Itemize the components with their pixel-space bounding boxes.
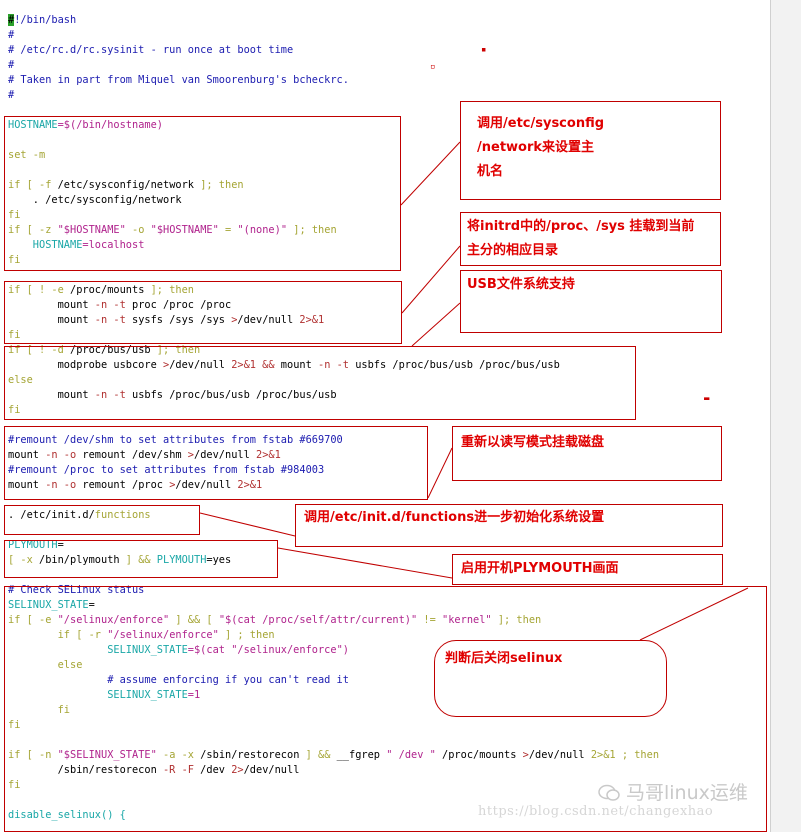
vertical-scrollbar[interactable] xyxy=(770,0,801,832)
plymouth-block-box xyxy=(4,540,278,578)
red-square-mark: ▫ xyxy=(430,62,436,72)
code-line[interactable]: #!/bin/bash xyxy=(8,13,659,28)
note-mount-line-1: 将initrd中的/proc、/sys 挂载到当前 xyxy=(467,219,695,234)
watermark-url: https://blog.csdn.net/changexhao xyxy=(478,804,714,819)
code-line[interactable]: # xyxy=(8,28,659,43)
watermark-name: 马哥linux运维 xyxy=(626,782,748,804)
code-token: # xyxy=(8,89,15,101)
note-functions: 调用/etc/init.d/functions进一步初始化系统设置 xyxy=(295,504,723,547)
note-hostname-line-2: /network来设置主 xyxy=(477,140,595,155)
note-hostname-line-3: 机名 xyxy=(477,164,504,179)
functions-block-box xyxy=(4,505,200,535)
mount-block-box xyxy=(4,281,402,344)
red-dot-mark: ▪ xyxy=(481,45,487,55)
remount-block-box xyxy=(4,426,428,500)
watermark-brand: 马哥linux运维 xyxy=(598,778,798,805)
code-token: !/bin/bash xyxy=(14,14,77,26)
note-selinux: 判断后关闭selinux xyxy=(434,640,667,717)
note-plymouth-line-1: 启用开机PLYMOUTH画面 xyxy=(461,561,619,576)
red-dash-mark: ▬ xyxy=(704,394,710,404)
note-functions-line-1: 调用/etc/init.d/functions进一步初始化系统设置 xyxy=(304,510,605,525)
note-hostname-line-1: 调用/etc/sysconfig xyxy=(477,116,605,131)
note-remount: 重新以读写模式挂载磁盘 xyxy=(452,426,722,481)
note-usb: USB文件系统支持 xyxy=(460,270,722,333)
wechat-icon xyxy=(598,784,620,801)
code-line[interactable]: # Taken in part from Miquel van Smoorenb… xyxy=(8,73,659,88)
hostname-block-box xyxy=(4,116,401,271)
usb-block-box xyxy=(4,346,636,420)
note-remount-line-1: 重新以读写模式挂载磁盘 xyxy=(461,435,605,450)
note-mount-line-2: 主分的相应目录 xyxy=(467,243,559,258)
code-line[interactable]: # /etc/rc.d/rc.sysinit - run once at boo… xyxy=(8,43,659,58)
code-line[interactable]: # xyxy=(8,58,659,73)
note-usb-line-1: USB文件系统支持 xyxy=(467,277,575,292)
code-token: # xyxy=(8,59,15,71)
note-selinux-line-1: 判断后关闭selinux xyxy=(445,651,563,666)
code-token: # xyxy=(8,29,15,41)
note-mount-proc-sys: 将initrd中的/proc、/sys 挂载到当前 主分的相应目录 xyxy=(460,212,721,266)
code-token: # Taken in part from Miquel van Smoorenb… xyxy=(8,74,349,86)
code-token: # /etc/rc.d/rc.sysinit - run once at boo… xyxy=(8,44,294,56)
note-hostname: 调用/etc/sysconfig /network来设置主 机名 xyxy=(460,101,721,200)
note-plymouth: 启用开机PLYMOUTH画面 xyxy=(452,554,723,585)
